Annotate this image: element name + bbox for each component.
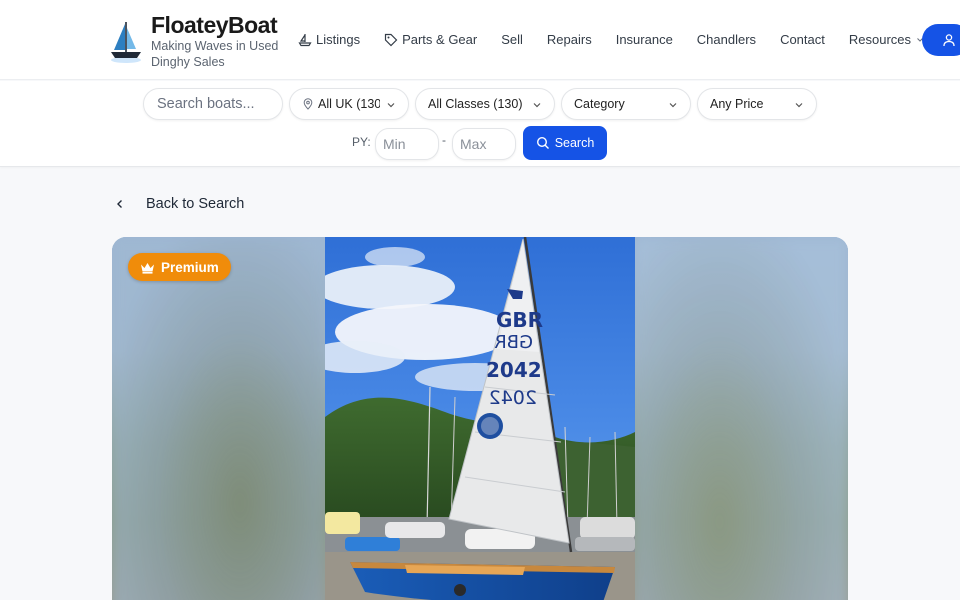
- premium-badge: Premium: [128, 253, 231, 281]
- sail-country-mirrored: GBR: [494, 332, 533, 353]
- brand-name: FloateyBoat: [151, 12, 278, 38]
- nav-contact[interactable]: Contact: [780, 32, 825, 47]
- classes-select[interactable]: All Classes (130): [415, 88, 555, 120]
- nav-parts-gear-label: Parts & Gear: [402, 32, 478, 47]
- nav-resources[interactable]: Resources: [849, 32, 925, 47]
- category-select[interactable]: Category: [561, 88, 691, 120]
- chevron-down-icon: [533, 103, 541, 108]
- brand-tagline: Making Waves in Used Dinghy Sales: [151, 39, 279, 69]
- listing-photo-gallery[interactable]: GBR GBR 2042 2042 Premium: [112, 237, 848, 600]
- boat-search-placeholder: Search boats...: [157, 96, 255, 112]
- crown-icon: [141, 262, 154, 274]
- price-select-value: Any Price: [710, 97, 764, 111]
- nav-repairs-label: Repairs: [546, 32, 592, 47]
- nav-sell-label: Sell: [501, 32, 523, 47]
- back-to-search-label: Back to Search: [146, 196, 245, 212]
- nav-chandlers[interactable]: Chandlers: [697, 32, 756, 47]
- py-label: PY:: [352, 135, 371, 149]
- nav-chandlers-label: Chandlers: [696, 32, 757, 47]
- main-nav: Listings Parts & Gear Sell Repairs Insur…: [298, 32, 925, 47]
- nav-contact-label: Contact: [780, 32, 825, 47]
- sailboat-logo-icon: [111, 22, 141, 63]
- dinghy-photo: GBR GBR 2042 2042: [325, 237, 635, 600]
- location-pin-icon: [303, 98, 313, 110]
- boat-search-input[interactable]: Search boats...: [143, 88, 283, 120]
- location-select-value: All UK (130): [318, 97, 380, 111]
- py-max-input[interactable]: Max: [452, 128, 516, 160]
- search-button[interactable]: Search: [523, 126, 607, 160]
- nav-insurance[interactable]: Insurance: [616, 32, 673, 47]
- sail-number-text: 2042: [486, 358, 542, 382]
- nav-listings[interactable]: Listings: [298, 32, 360, 47]
- classes-select-value: All Classes (130): [428, 97, 523, 111]
- tag-icon: [384, 33, 398, 46]
- site-header: FloateyBoat Making Waves in Used Dinghy …: [0, 0, 960, 80]
- nav-listings-label: Listings: [316, 32, 361, 47]
- chevron-left-icon: [117, 200, 122, 208]
- location-select[interactable]: All UK (130): [289, 88, 409, 120]
- user-icon: [943, 34, 955, 47]
- search-filter-bar: Search boats... All UK (130) All Classes…: [0, 81, 960, 167]
- nav-sell[interactable]: Sell: [501, 32, 523, 47]
- blurred-backdrop-left: [112, 237, 325, 600]
- boat-icon: [298, 33, 312, 46]
- logo[interactable]: FloateyBoat Making Waves in Used Dinghy …: [108, 12, 291, 70]
- price-select[interactable]: Any Price: [697, 88, 817, 120]
- search-button-label: Search: [554, 136, 595, 150]
- chevron-down-icon: [669, 103, 677, 108]
- chevron-down-icon: [387, 103, 395, 108]
- category-select-value: Category: [574, 97, 625, 111]
- premium-badge-label: Premium: [161, 259, 219, 275]
- sail-country-text: GBR: [496, 308, 543, 332]
- search-icon: [536, 136, 549, 149]
- blurred-backdrop-right: [634, 237, 848, 600]
- account-button[interactable]: [922, 24, 960, 56]
- back-to-search-link[interactable]: Back to Search: [114, 196, 244, 212]
- chevron-down-icon: [795, 103, 803, 108]
- nav-insurance-label: Insurance: [615, 32, 673, 47]
- range-separator: -: [442, 133, 446, 147]
- py-min-input[interactable]: Min: [375, 128, 439, 160]
- listing-main-photo[interactable]: GBR GBR 2042 2042: [325, 237, 635, 600]
- sail-number-mirrored: 2042: [489, 387, 537, 409]
- py-max-placeholder: Max: [460, 136, 487, 152]
- nav-resources-label: Resources: [848, 32, 912, 47]
- py-min-placeholder: Min: [383, 136, 406, 152]
- nav-repairs[interactable]: Repairs: [547, 32, 592, 47]
- nav-parts-gear[interactable]: Parts & Gear: [384, 32, 477, 47]
